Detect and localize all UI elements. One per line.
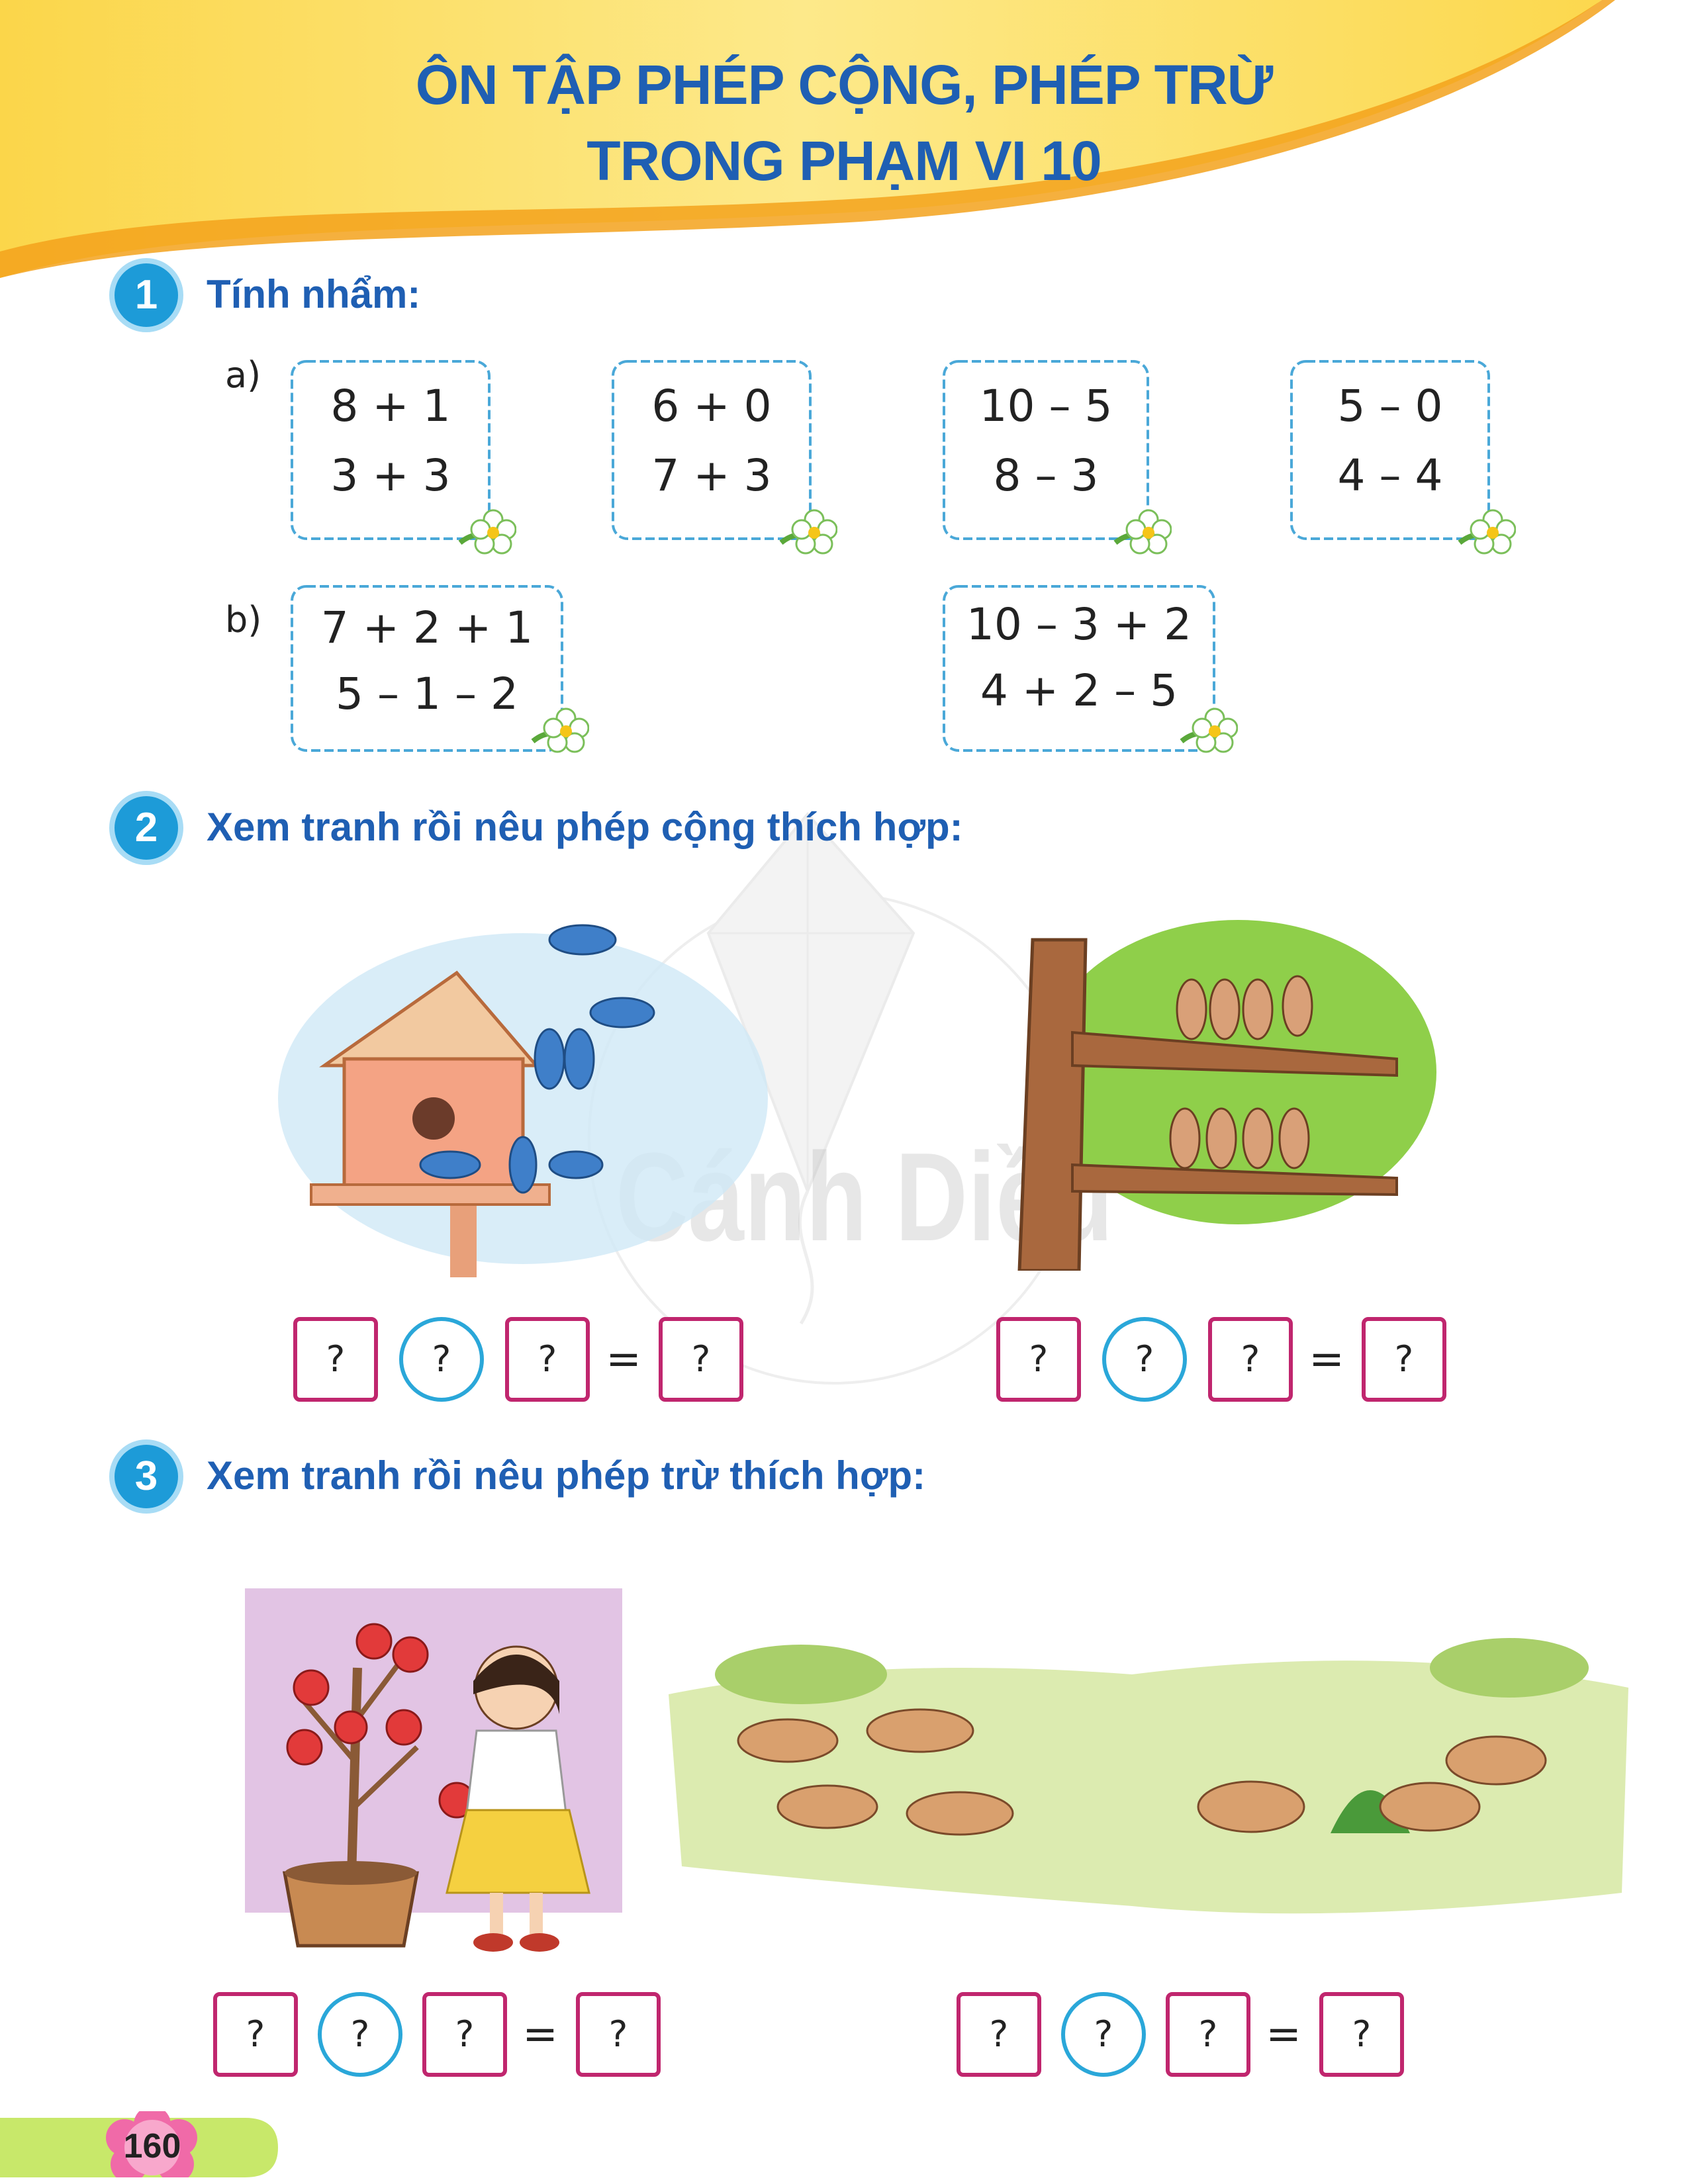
operator-circle[interactable]: ?	[1102, 1317, 1187, 1402]
girl-apple-tree-illustration	[245, 1588, 622, 1952]
answer-box[interactable]: ?	[1208, 1317, 1293, 1402]
operator-circle[interactable]: ?	[318, 1992, 402, 2077]
section-3-title: Xem tranh rồi nêu phép trừ thích hợp:	[207, 1453, 926, 1498]
page-title-line-1: ÔN TẬP PHÉP CỘNG, PHÉP TRỪ	[415, 54, 1274, 116]
part-a-label: a)	[225, 354, 261, 396]
expression: 10 – 3 + 2	[966, 599, 1192, 650]
flower-icon	[1113, 509, 1172, 555]
expression: 6 + 0	[651, 381, 772, 432]
expression: 4 – 4	[1337, 450, 1443, 501]
flower-icon	[531, 707, 589, 753]
birdhouse-illustration	[278, 924, 768, 1277]
expression: 5 – 1 – 2	[336, 668, 518, 719]
result-box[interactable]: ?	[1362, 1317, 1446, 1402]
answer-box[interactable]: ?	[422, 1992, 507, 2077]
operator-circle[interactable]: ?	[399, 1317, 484, 1402]
exercise-box: 7 + 2 + 1 5 – 1 – 2	[288, 582, 566, 754]
flower-icon	[779, 509, 837, 555]
expression: 10 – 5	[979, 381, 1113, 432]
operator-circle[interactable]: ?	[1061, 1992, 1146, 2077]
equals-sign: =	[1309, 1335, 1344, 1384]
answer-box[interactable]: ?	[213, 1992, 298, 2077]
page-title-line-2: TRONG PHẠM VI 10	[586, 130, 1102, 192]
result-box[interactable]: ?	[576, 1992, 661, 2077]
flower-icon	[1180, 707, 1238, 753]
flower-icon	[1458, 509, 1516, 555]
equals-sign: =	[606, 1335, 641, 1384]
result-box[interactable]: ?	[659, 1317, 743, 1402]
answer-box[interactable]: ?	[293, 1317, 378, 1402]
result-box[interactable]: ?	[1319, 1992, 1404, 2077]
page-number: 160	[123, 2127, 181, 2165]
expression: 7 + 3	[651, 450, 772, 501]
part-b-label: b)	[225, 599, 262, 641]
deer-meadow-illustration	[669, 1638, 1628, 1914]
exercise-box: 10 – 3 + 2 4 + 2 – 5	[940, 582, 1218, 754]
answer-box[interactable]: ?	[996, 1317, 1081, 1402]
expression: 8 + 1	[330, 381, 451, 432]
answer-box[interactable]: ?	[957, 1992, 1041, 2077]
expression: 7 + 2 + 1	[320, 602, 534, 653]
section-1-badge: 1	[109, 258, 183, 332]
expression: 5 – 0	[1337, 381, 1443, 432]
expression: 4 + 2 – 5	[980, 665, 1178, 716]
section-2-badge: 2	[109, 791, 183, 865]
equals-sign: =	[1266, 2010, 1301, 2059]
tree-birds-illustration	[1017, 920, 1436, 1271]
expression: 8 – 3	[993, 450, 1099, 501]
answer-box[interactable]: ?	[1166, 1992, 1250, 2077]
section-3-badge: 3	[109, 1439, 183, 1514]
flower-icon	[458, 509, 516, 555]
expression: 3 + 3	[330, 450, 451, 501]
section-1-title: Tính nhẩm:	[207, 272, 421, 316]
answer-box[interactable]: ?	[505, 1317, 590, 1402]
section-2-title: Xem tranh rồi nêu phép cộng thích hợp:	[207, 805, 963, 849]
equals-sign: =	[522, 2010, 558, 2059]
